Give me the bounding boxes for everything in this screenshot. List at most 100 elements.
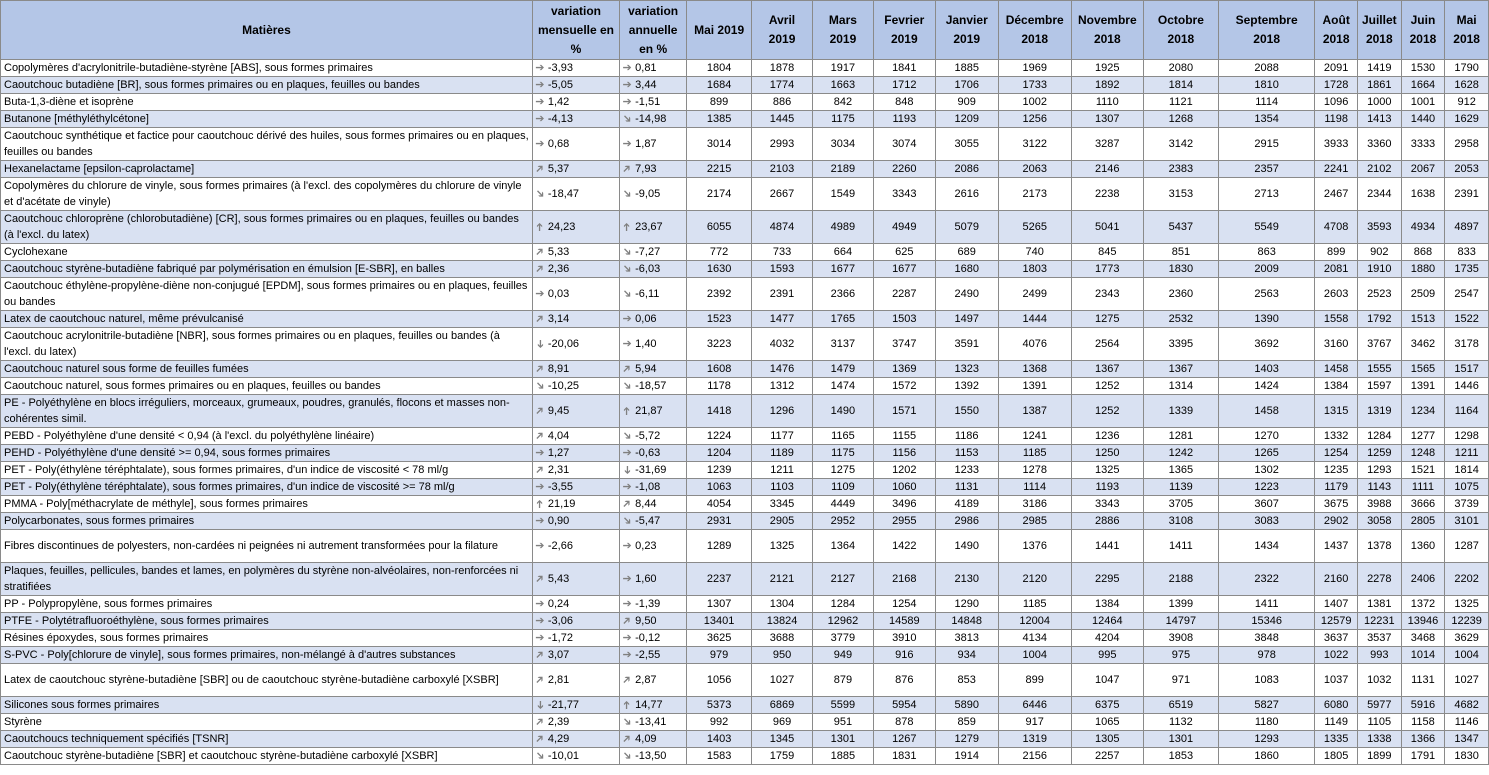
price-cell: 2120: [997, 562, 1072, 596]
price-cell: 1885: [934, 59, 999, 77]
annual-variation-value: -31,69: [635, 464, 667, 476]
price-cell: 1165: [811, 427, 874, 445]
price-cell: 1164: [1444, 394, 1489, 428]
price-cell: 740: [997, 243, 1072, 261]
price-cell: 3988: [1356, 495, 1402, 513]
price-cell: 2915: [1217, 127, 1316, 161]
price-cell: 14797: [1142, 612, 1219, 630]
monthly-variation-value: 0,24: [547, 598, 570, 610]
price-cell: 1399: [1142, 595, 1219, 613]
price-cell: 1298: [1444, 427, 1489, 445]
price-cell: 1572: [872, 377, 936, 395]
arrow-right-icon: ➔: [622, 598, 632, 610]
monthly-variation-cell: ➔ 21,19: [531, 495, 621, 513]
price-cell: 1281: [1142, 427, 1219, 445]
material-name: Caoutchouc styrène-butadiène fabriqué pa…: [0, 260, 533, 278]
annual-variation-cell: ➔ -0,63: [619, 444, 688, 462]
price-cell: 3343: [1070, 495, 1144, 513]
price-cell: 1830: [1142, 260, 1219, 278]
price-cell: 1332: [1314, 427, 1358, 445]
header-month: Décembre 2018: [997, 0, 1072, 60]
annual-variation-value: 1,40: [635, 338, 657, 350]
price-cell: 3675: [1314, 495, 1358, 513]
price-cell: 3108: [1142, 512, 1219, 530]
monthly-variation-cell: ➔3,14: [531, 310, 621, 328]
price-cell: 2287: [872, 277, 936, 311]
price-cell: 1284: [811, 595, 874, 613]
arrow-up-icon: ➔: [621, 700, 634, 710]
material-name: Latex de caoutchouc styrène-butadiène [S…: [0, 663, 533, 697]
price-cell: 2257: [1070, 747, 1144, 765]
material-name: Polycarbonates, sous formes primaires: [0, 512, 533, 530]
material-name: Résines époxydes, sous formes primaires: [0, 629, 533, 647]
price-cell: 995: [1070, 646, 1144, 664]
price-cell: 2063: [997, 160, 1072, 178]
price-cell: 2237: [686, 562, 753, 596]
annual-variation-cell: ➔-5,47: [619, 512, 688, 530]
table-row: PEBD - Polyéthylène d'une densité < 0,94…: [0, 427, 1489, 445]
price-cell: 1027: [751, 663, 813, 697]
price-cell: 1680: [934, 260, 999, 278]
table-row: Plaques, feuilles, pellicules, bandes et…: [0, 562, 1489, 596]
price-cell: 899: [686, 93, 753, 111]
price-cell: 1677: [872, 260, 936, 278]
price-cell: 2366: [811, 277, 874, 311]
price-cell: 1241: [997, 427, 1072, 445]
arrow-right-icon: ➔: [535, 598, 545, 610]
annual-variation-cell: ➔8,44: [619, 495, 688, 513]
price-cell: 1347: [1444, 730, 1489, 748]
monthly-variation-cell: ➔2,31: [531, 461, 621, 479]
annual-variation-cell: ➔-9,05: [619, 177, 688, 211]
material-name: Cyclohexane: [0, 243, 533, 261]
annual-variation-value: -0,63: [635, 447, 661, 459]
table-row: Caoutchouc acrylonitrile-butadiène [NBR]…: [0, 327, 1489, 361]
header-month: Août 2018: [1314, 0, 1358, 60]
price-cell: 2713: [1217, 177, 1316, 211]
price-cell: 853: [934, 663, 999, 697]
header-month: Mai 2018: [1444, 0, 1489, 60]
price-cell: 899: [997, 663, 1072, 697]
price-cell: 1853: [1142, 747, 1219, 765]
material-name: PET - Poly(éthylène téréphtalate), sous …: [0, 461, 533, 479]
price-cell: 1490: [934, 529, 999, 563]
price-cell: 1629: [1444, 110, 1489, 128]
price-cell: 5079: [934, 210, 999, 244]
price-cell: 2103: [751, 160, 813, 178]
price-cell: 1910: [1356, 260, 1402, 278]
price-cell: 833: [1444, 243, 1489, 261]
annual-variation-cell: ➔ 14,77: [619, 696, 688, 714]
price-cell: 3747: [872, 327, 936, 361]
price-cell: 4076: [997, 327, 1072, 361]
price-cell: 1880: [1400, 260, 1446, 278]
price-cell: 1239: [686, 461, 753, 479]
price-cell: 3625: [686, 629, 753, 647]
price-cell: 1177: [751, 427, 813, 445]
price-cell: 1037: [1314, 663, 1358, 697]
price-cell: 2146: [1070, 160, 1144, 178]
monthly-variation-value: 1,27: [547, 447, 570, 459]
monthly-variation-cell: ➔ -3,06: [531, 612, 621, 630]
table-row: PEHD - Polyéthylène d'une densité >= 0,9…: [0, 444, 1489, 462]
price-cell: 1301: [1142, 730, 1219, 748]
price-cell: 2009: [1217, 260, 1316, 278]
table-row: PP - Polypropylène, sous formes primaire…: [0, 595, 1489, 613]
price-cell: 1279: [934, 730, 999, 748]
price-cell: 4708: [1314, 210, 1358, 244]
header-month: Juin 2018: [1400, 0, 1446, 60]
material-name: PEBD - Polyéthylène d'une densité < 0,94…: [0, 427, 533, 445]
annual-variation-value: 0,23: [635, 540, 657, 552]
table-row: PET - Poly(éthylène téréphtalate), sous …: [0, 478, 1489, 496]
table-row: PTFE - Polytétrafluoroéthylène, sous for…: [0, 612, 1489, 630]
price-cell: 1000: [1356, 93, 1402, 111]
price-cell: 1814: [1444, 461, 1489, 479]
price-cell: 2173: [997, 177, 1072, 211]
price-cell: 5549: [1217, 210, 1316, 244]
price-cell: 1422: [872, 529, 936, 563]
monthly-variation-value: 5,43: [547, 573, 570, 585]
annual-variation-value: -13,50: [635, 750, 667, 762]
header-var-annuelle: variation annuelle en %: [619, 0, 688, 60]
annual-variation-value: 4,09: [635, 733, 657, 745]
annual-variation-cell: ➔ 1,60: [619, 562, 688, 596]
price-cell: 5977: [1356, 696, 1402, 714]
price-cell: 1517: [1444, 360, 1489, 378]
